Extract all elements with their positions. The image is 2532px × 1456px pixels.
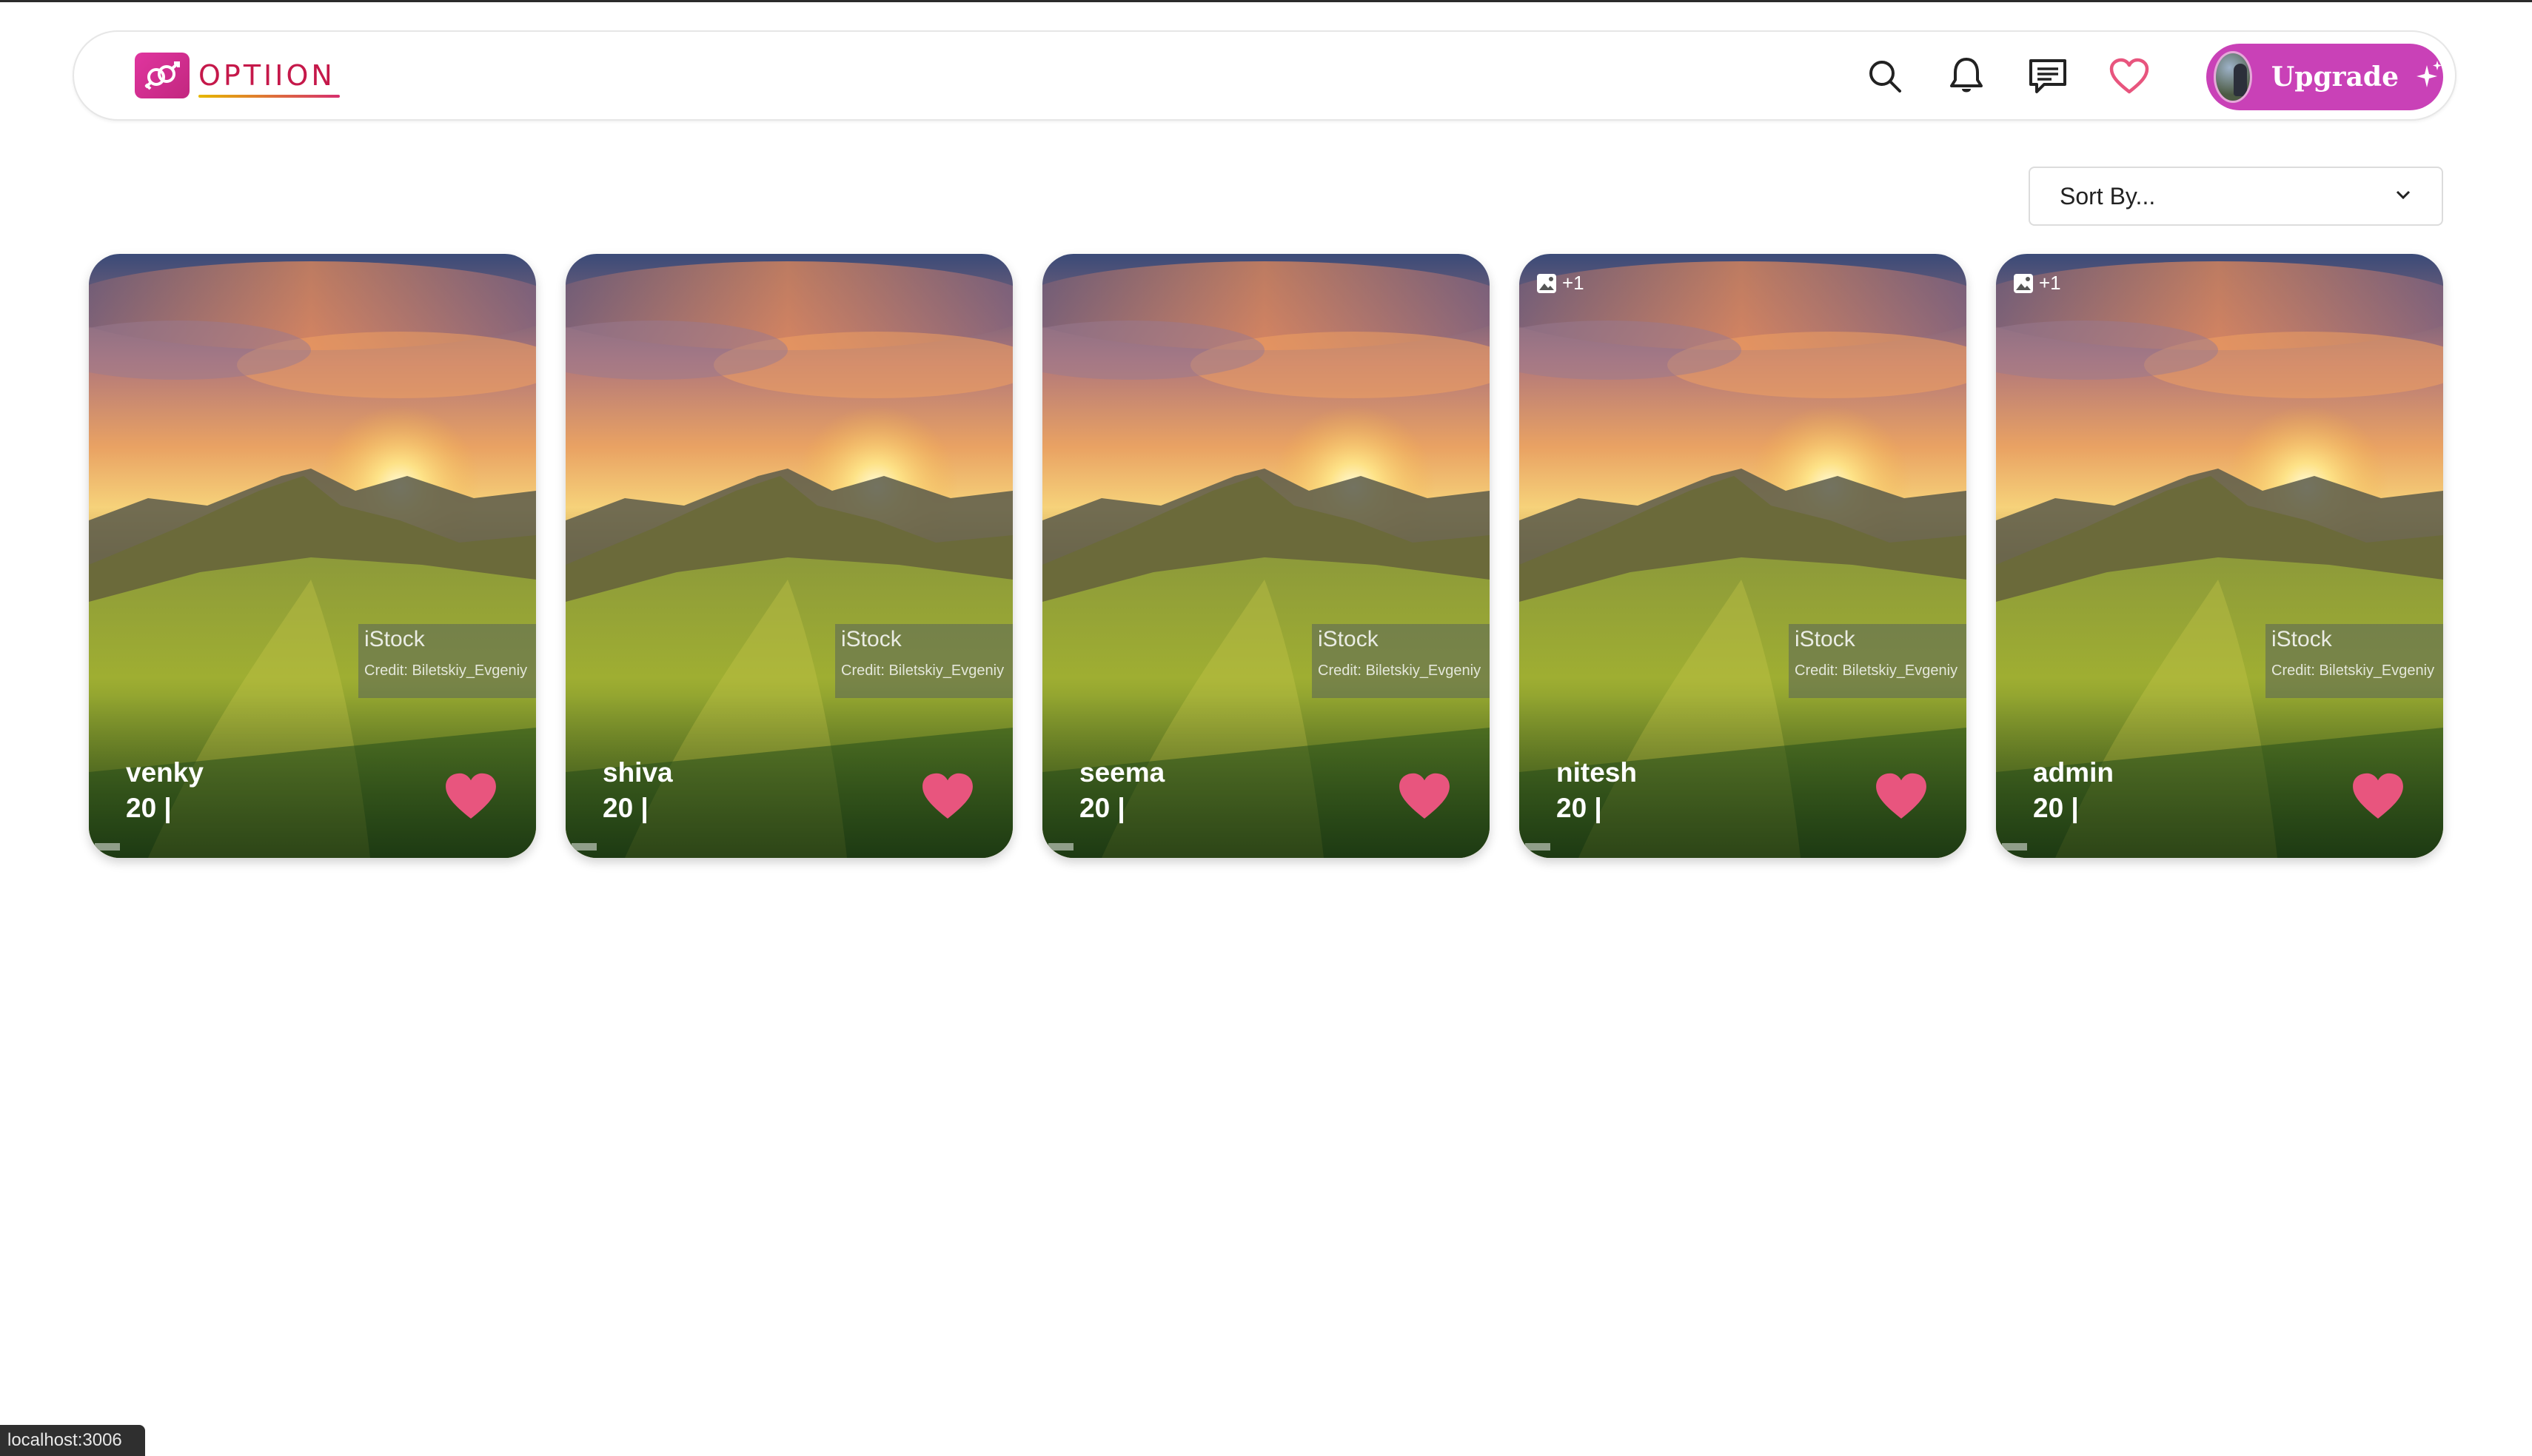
watermark-credit: Credit: Biletskiy_Evgeniy — [1795, 662, 1958, 679]
profile-age: 20 | — [1079, 793, 1125, 823]
logo-mark-icon — [135, 53, 190, 98]
profile-name: seema — [1079, 757, 1165, 788]
profile-card[interactable]: iStock Credit: Biletskiy_Evgeniy venky 2… — [89, 254, 536, 858]
like-heart-icon[interactable] — [2350, 771, 2406, 822]
like-heart-icon[interactable] — [1396, 771, 1453, 822]
watermark-brand: iStock — [364, 627, 425, 651]
profile-name: venky — [126, 757, 204, 788]
logo-underline — [198, 95, 340, 98]
upgrade-label: Upgrade — [2271, 61, 2399, 93]
watermark-credit: Credit: Biletskiy_Evgeniy — [1318, 662, 1481, 679]
watermark-brand: iStock — [841, 627, 902, 651]
photo-count: +1 — [1562, 272, 1584, 294]
chat-icon[interactable] — [2026, 54, 2070, 98]
image-icon — [1537, 273, 1556, 293]
profile-name: nitesh — [1556, 757, 1637, 788]
profile-card[interactable]: +1 iStock Credit: Biletskiy_Evgeniy admi… — [1996, 254, 2443, 858]
watermark-credit: Credit: Biletskiy_Evgeniy — [841, 662, 1005, 679]
heart-outline-icon[interactable] — [2107, 54, 2151, 98]
profile-card[interactable]: iStock Credit: Biletskiy_Evgeniy shiva 2… — [566, 254, 1013, 858]
sort-label: Sort By... — [2060, 182, 2156, 209]
upgrade-button[interactable]: Upgrade — [2206, 44, 2443, 110]
photo-corner-mark — [1048, 843, 1074, 851]
profile-name: admin — [2033, 757, 2114, 788]
profile-age: 20 | — [1556, 793, 1602, 823]
profile-age: 20 | — [603, 793, 649, 823]
bell-icon[interactable] — [1944, 54, 1989, 98]
search-icon[interactable] — [1863, 54, 1907, 98]
photo-corner-mark — [95, 843, 120, 851]
photo-corner-mark — [2002, 843, 2027, 851]
profile-card[interactable]: +1 iStock Credit: Biletskiy_Evgeniy nite… — [1519, 254, 1966, 858]
top-navbar: OPTIION Upgrade — [73, 30, 2456, 121]
photo-count-badge: +1 — [1535, 272, 1584, 295]
profile-age: 20 | — [126, 793, 172, 823]
watermark-brand: iStock — [1318, 627, 1379, 651]
profile-name: shiva — [603, 757, 673, 788]
like-heart-icon[interactable] — [443, 771, 499, 822]
photo-count-badge: +1 — [2012, 272, 2061, 295]
watermark-brand: iStock — [1795, 627, 1855, 651]
photo-corner-mark — [1525, 843, 1550, 851]
sort-dropdown[interactable]: Sort By... — [2029, 167, 2443, 226]
profile-age: 20 | — [2033, 793, 2079, 823]
like-heart-icon[interactable] — [1873, 771, 1929, 822]
watermark-credit: Credit: Biletskiy_Evgeniy — [2271, 662, 2435, 679]
profile-grid: iStock Credit: Biletskiy_Evgeniy venky 2… — [89, 254, 2443, 859]
photo-count: +1 — [2039, 272, 2061, 294]
avatar[interactable] — [2214, 51, 2252, 103]
logo-text: OPTIION — [198, 59, 335, 92]
sparkle-icon — [2414, 59, 2443, 95]
like-heart-icon[interactable] — [920, 771, 976, 822]
watermark-credit: Credit: Biletskiy_Evgeniy — [364, 662, 528, 679]
logo[interactable]: OPTIION — [135, 50, 340, 101]
profile-card[interactable]: iStock Credit: Biletskiy_Evgeniy seema 2… — [1042, 254, 1490, 858]
status-bar-url: localhost:3006 — [0, 1425, 145, 1456]
image-icon — [2014, 273, 2033, 293]
photo-corner-mark — [572, 843, 597, 851]
chevron-down-icon — [2394, 189, 2412, 204]
watermark-brand: iStock — [2271, 627, 2332, 651]
